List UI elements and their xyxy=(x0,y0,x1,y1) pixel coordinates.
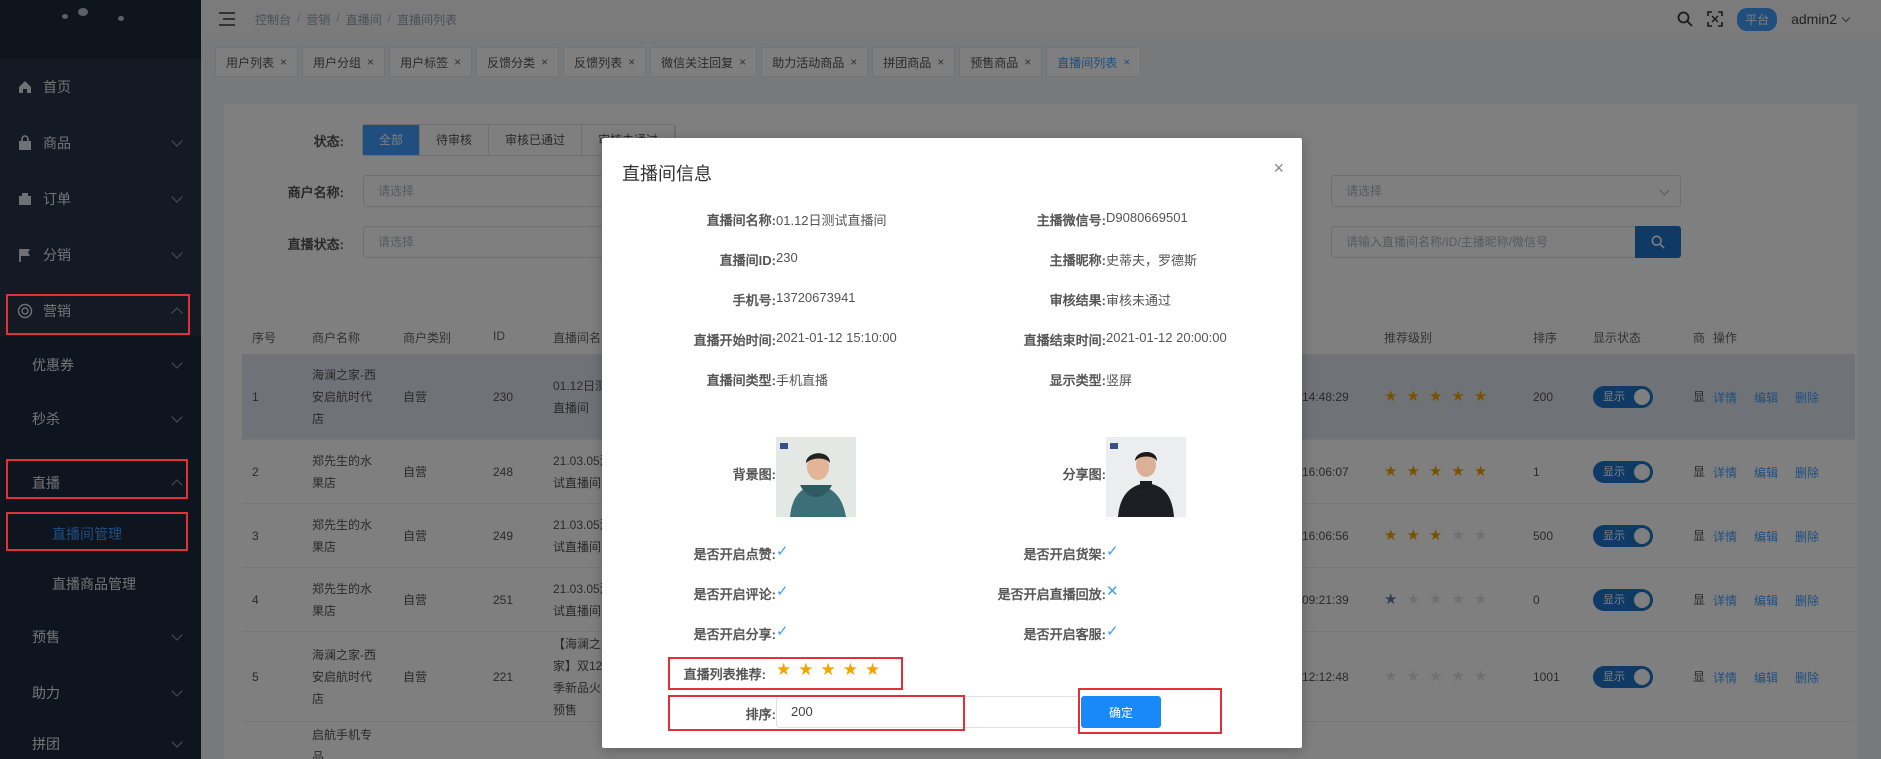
recommend-label: 直播列表推荐: xyxy=(683,667,766,682)
field-label: 直播结束时间: xyxy=(1023,333,1106,348)
sort-label: 排序: xyxy=(745,707,776,722)
field-label: 直播开始时间: xyxy=(693,333,776,348)
field-label: 是否开启点赞: xyxy=(693,547,776,562)
sort-input[interactable]: 200 xyxy=(776,696,1079,728)
share-image[interactable] xyxy=(1106,437,1186,517)
field-label: 是否开启分享: xyxy=(693,627,776,642)
field-end-time: 2021-01-12 20:00:00 xyxy=(1106,330,1227,345)
share-image-graphic xyxy=(1106,437,1186,517)
check-icon: ✓ xyxy=(1106,623,1119,640)
dialog-title: 直播间信息 xyxy=(622,164,712,184)
field-label: 手机号: xyxy=(732,293,776,308)
star-icon[interactable]: ★ xyxy=(843,660,858,680)
live-room-info-dialog: 直播间信息 × 直播间名称: 01.12日测试直播间 直播间ID: 230 手机… xyxy=(602,138,1302,748)
star-icon[interactable]: ★ xyxy=(865,660,880,680)
field-label: 审核结果: xyxy=(1049,293,1106,308)
field-review-result: 审核未通过 xyxy=(1106,293,1172,308)
field-label: 主播微信号: xyxy=(1036,213,1106,228)
field-live-room-id: 230 xyxy=(776,250,798,265)
field-label: 是否开启货架: xyxy=(1023,547,1106,562)
field-label: 直播间ID: xyxy=(719,253,776,268)
field-display-type: 竖屏 xyxy=(1106,373,1133,388)
check-icon: ✓ xyxy=(776,583,789,600)
recommend-stars[interactable]: ★ ★ ★ ★ ★ xyxy=(776,660,887,680)
field-live-type: 手机直播 xyxy=(776,373,829,388)
field-label: 直播间名称: xyxy=(706,213,776,228)
field-phone: 13720673941 xyxy=(776,290,856,305)
background-image[interactable] xyxy=(776,437,856,517)
star-icon[interactable]: ★ xyxy=(776,660,791,680)
field-label: 主播昵称: xyxy=(1049,253,1106,268)
field-label: 显示类型: xyxy=(1049,373,1106,388)
confirm-button-label: 确定 xyxy=(1108,705,1133,720)
field-label: 直播间类型: xyxy=(706,373,776,388)
confirm-button[interactable]: 确定 xyxy=(1081,696,1161,728)
field-label: 分享图: xyxy=(1062,467,1106,482)
sort-input-value: 200 xyxy=(791,704,813,719)
check-icon: ✓ xyxy=(1106,543,1119,560)
field-anchor-nickname: 史蒂夫，罗德斯 xyxy=(1106,253,1198,268)
field-label: 是否开启客服: xyxy=(1023,627,1106,642)
background-image-graphic xyxy=(776,437,856,517)
check-icon: ✓ xyxy=(776,543,789,560)
star-icon[interactable]: ★ xyxy=(798,660,813,680)
field-label: 背景图: xyxy=(732,467,776,482)
field-label: 是否开启直播回放: xyxy=(997,587,1106,602)
field-label: 是否开启评论: xyxy=(693,587,776,602)
field-start-time: 2021-01-12 15:10:00 xyxy=(776,330,897,345)
close-icon[interactable]: × xyxy=(1273,158,1284,179)
cross-icon: ✕ xyxy=(1106,583,1119,600)
field-live-room-name: 01.12日测试直播间 xyxy=(776,213,887,228)
field-anchor-wechat: D9080669501 xyxy=(1106,210,1188,225)
star-icon[interactable]: ★ xyxy=(821,660,836,680)
check-icon: ✓ xyxy=(776,623,789,640)
